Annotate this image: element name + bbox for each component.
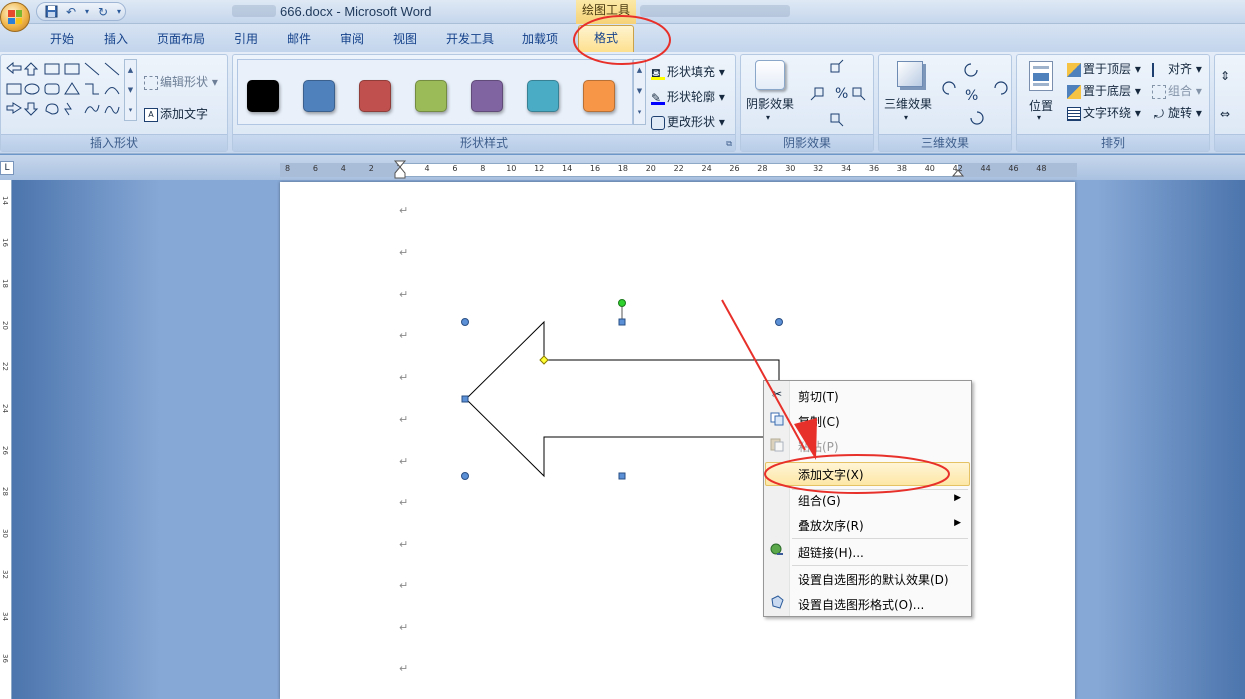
office-logo-icon <box>8 10 22 24</box>
office-button[interactable] <box>0 2 30 32</box>
annotation-overlay <box>573 15 950 494</box>
